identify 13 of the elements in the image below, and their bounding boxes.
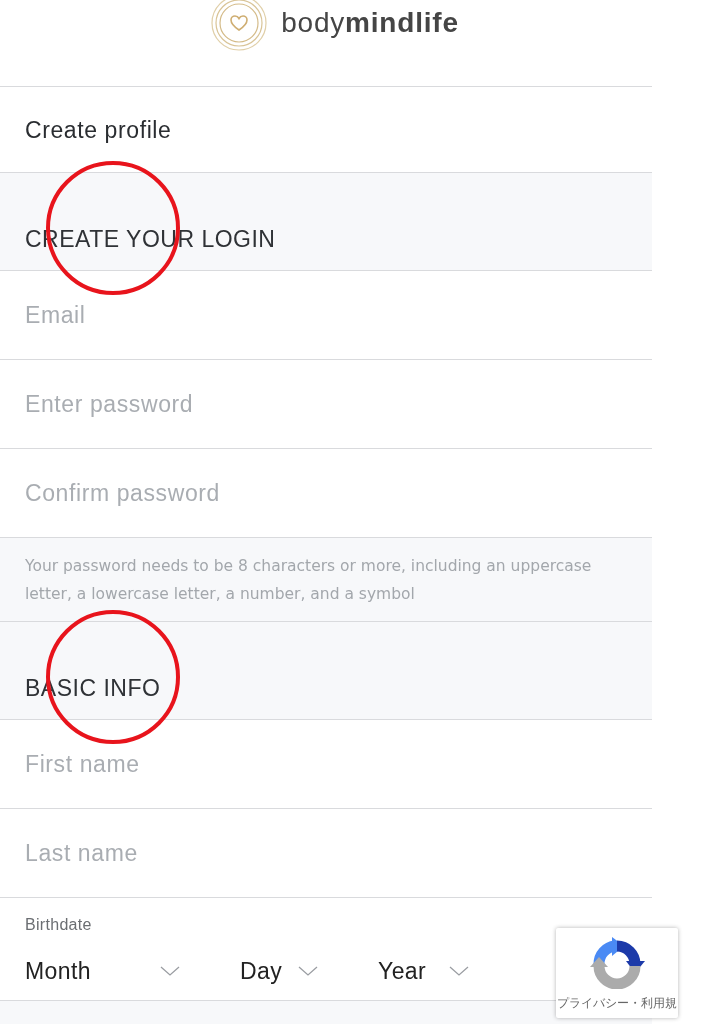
- chevron-down-icon: [298, 966, 318, 976]
- date-select[interactable]: Day: [240, 956, 318, 986]
- chevron-down-icon: [449, 966, 469, 976]
- page-title: Create profile: [25, 115, 172, 144]
- date-select[interactable]: Month: [25, 956, 180, 986]
- logo-text: bodymindlife: [281, 6, 459, 40]
- date-select[interactable]: Year: [378, 956, 469, 986]
- heart-logo-icon: [211, 0, 268, 51]
- birthdate-label: Birthdate: [25, 915, 93, 935]
- password-hint: Your password needs to be 8 characters or more, including an uppercase letter, a lowercase letter, a number, and a symbol: [25, 556, 593, 605]
- circular-arrows-icon: [588, 937, 646, 989]
- chevron-down-icon: [160, 966, 180, 976]
- privacy-terms-link[interactable]: プライバシー・利用規: [557, 995, 677, 1011]
